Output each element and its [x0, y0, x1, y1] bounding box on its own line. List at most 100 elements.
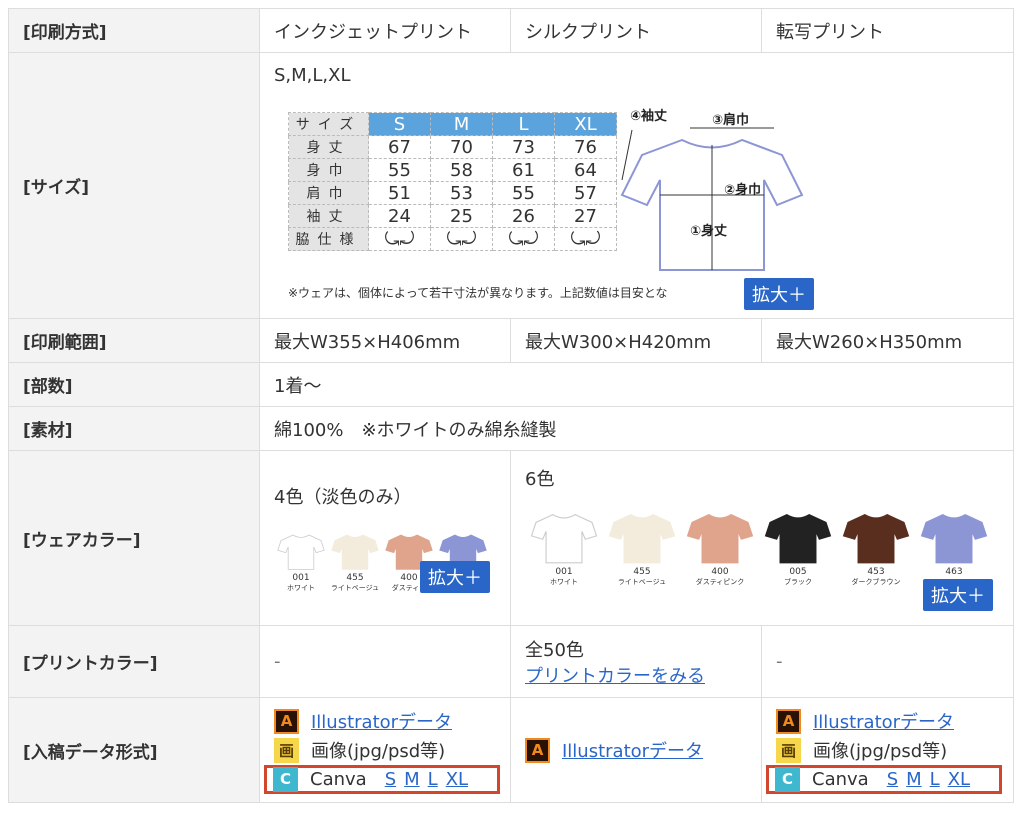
diagram-length-label: ①身丈 — [690, 223, 727, 239]
material-value: 綿100% ※ホワイトのみ綿糸縫製 — [259, 406, 1014, 451]
canva-size-m-link[interactable]: M — [906, 769, 922, 790]
swatch-name: ブラック — [784, 577, 812, 586]
illustrator-icon: A — [274, 708, 299, 734]
size-value: 26 — [492, 204, 555, 228]
canva-size-xl-link[interactable]: XL — [948, 769, 970, 790]
size-value: 55 — [492, 181, 555, 205]
tshirt-swatch-icon — [681, 509, 759, 565]
canva-size-m-link[interactable]: M — [404, 769, 420, 790]
silk-swatch: 455 ライトベージュ — [603, 509, 681, 587]
print-color-silk: 全50色 プリントカラーをみる — [510, 625, 762, 698]
size-value: 73 — [492, 135, 555, 159]
print-color-transfer: - — [761, 625, 1014, 698]
label-print-method: [印刷方式] — [8, 8, 260, 53]
size-header-l: L — [492, 112, 555, 136]
format-image: 画 画像(jpg/psd等) — [776, 736, 1013, 765]
side-seam-icon: ⤿⤾ — [430, 227, 493, 251]
size-chart-header: サイズ S M L XL — [288, 112, 617, 136]
swatch-code: 455 — [346, 572, 364, 583]
image-icon: 画 — [776, 737, 801, 763]
row-print-color: [プリントカラー] - 全50色 プリントカラーをみる - — [8, 625, 1014, 698]
row-size: [サイズ] S,M,L,XL サイズ S M L XL 身丈 67 70 73 … — [8, 52, 1014, 319]
size-value: 51 — [368, 181, 431, 205]
canva-label: Canva — [310, 768, 367, 790]
swatch-name: ホワイト — [287, 583, 315, 592]
illustrator-icon: A — [525, 737, 550, 763]
method-transfer: 転写プリント — [761, 8, 1014, 53]
canva-icon: C — [273, 766, 298, 792]
range-inkjet: 最大W355×H406mm — [259, 318, 511, 363]
tshirt-swatch-icon — [272, 531, 330, 571]
side-seam-icon: ⤿⤾ — [492, 227, 555, 251]
illustrator-data-link[interactable]: Illustratorデータ — [562, 737, 703, 763]
size-row: 肩巾 51 53 55 57 — [288, 181, 617, 205]
size-row: 袖丈 24 25 26 27 — [288, 204, 617, 228]
zoom-button-size[interactable]: 拡大＋ — [744, 278, 814, 310]
canva-size-l-link[interactable]: L — [428, 769, 438, 790]
label-wear-color: [ウェアカラー] — [8, 450, 260, 626]
inkjet-swatch: 455 ライトベージュ — [326, 531, 384, 593]
silk-swatch: 001 ホワイト — [525, 509, 603, 587]
canva-size-xl-link[interactable]: XL — [446, 769, 468, 790]
swatch-name: ライトベージュ — [617, 577, 667, 586]
size-chart-table: サイズ S M L XL 身丈 67 70 73 76 身巾 55 58 61 … — [288, 112, 617, 251]
size-row-label: 袖丈 — [288, 204, 369, 228]
image-icon: 画 — [274, 737, 299, 763]
size-value: 61 — [492, 158, 555, 182]
format-illustrator: A Illustratorデータ — [525, 736, 761, 765]
zoom-button-inkjet-colors[interactable]: 拡大＋ — [420, 560, 490, 593]
size-value: 67 — [368, 135, 431, 159]
tshirt-swatch-icon — [915, 509, 993, 565]
format-illustrator: A Illustratorデータ — [274, 707, 510, 736]
view-print-colors-link[interactable]: プリントカラーをみる — [525, 666, 705, 687]
range-silk: 最大W300×H420mm — [510, 318, 762, 363]
size-row-label: 身巾 — [288, 158, 369, 182]
size-row: 身巾 55 58 61 64 — [288, 158, 617, 182]
silk-swatch: 400 ダスティピンク — [681, 509, 759, 587]
size-cell: S,M,L,XL サイズ S M L XL 身丈 67 70 73 76 身巾 … — [259, 52, 1014, 319]
size-header-s: S — [368, 112, 431, 136]
inkjet-color-count: 4色（淡色のみ） — [274, 486, 412, 508]
label-print-range: [印刷範囲] — [8, 318, 260, 363]
side-seam-icon: ⤿⤾ — [554, 227, 617, 251]
format-canva: C Canva S M L XL — [766, 764, 1002, 794]
size-row-label: 肩巾 — [288, 181, 369, 205]
size-header-xl: XL — [554, 112, 617, 136]
size-value: 57 — [554, 181, 617, 205]
quantity-value: 1着〜 — [259, 362, 1014, 407]
diagram-sleeve-label: ④袖丈 — [630, 108, 667, 124]
swatch-code: 463 — [945, 566, 963, 577]
silk-swatch: 453 ダークブラウン — [837, 509, 915, 587]
label-data-format: [入稿データ形式] — [8, 697, 260, 803]
side-seam-icon: ⤿⤾ — [368, 227, 431, 251]
size-value: 76 — [554, 135, 617, 159]
silk-color-count: 6色 — [525, 468, 555, 490]
swatch-code: 453 — [867, 566, 885, 577]
canva-size-l-link[interactable]: L — [930, 769, 940, 790]
illustrator-data-link[interactable]: Illustratorデータ — [813, 708, 954, 734]
swatch-name: ダークブラウン — [851, 577, 901, 586]
tshirt-swatch-icon — [603, 509, 681, 565]
canva-size-s-link[interactable]: S — [887, 769, 898, 790]
size-list: S,M,L,XL — [274, 65, 351, 86]
canva-size-s-link[interactable]: S — [385, 769, 396, 790]
size-row: 身丈 67 70 73 76 — [288, 135, 617, 159]
size-value: 64 — [554, 158, 617, 182]
zoom-button-silk-colors[interactable]: 拡大＋ — [923, 578, 993, 611]
size-value: 55 — [368, 158, 431, 182]
swatch-name: ライトベージュ — [330, 583, 380, 592]
image-format-label: 画像(jpg/psd等) — [813, 741, 948, 762]
size-chart-area: サイズ S M L XL 身丈 67 70 73 76 身巾 55 58 61 … — [274, 108, 1013, 310]
format-transfer: A Illustratorデータ 画 画像(jpg/psd等) C Canva … — [761, 697, 1014, 803]
swatch-code: 455 — [633, 566, 651, 577]
swatch-code: 001 — [555, 566, 573, 577]
product-spec-table: [印刷方式] インクジェットプリント シルクプリント 転写プリント [サイズ] … — [8, 8, 1014, 803]
row-print-method: [印刷方式] インクジェットプリント シルクプリント 転写プリント — [8, 8, 1014, 53]
wear-color-inkjet: 4色（淡色のみ） 001 ホワイト 455 ライトベージュ 400 ダスティピ 拡大＋ — [259, 450, 511, 626]
row-wear-color: [ウェアカラー] 4色（淡色のみ） 001 ホワイト 455 ライトベージュ 400 ダス… — [8, 450, 1014, 626]
canva-icon: C — [775, 766, 800, 792]
illustrator-data-link[interactable]: Illustratorデータ — [311, 708, 452, 734]
size-value: 27 — [554, 204, 617, 228]
size-value: 70 — [430, 135, 493, 159]
format-inkjet: A Illustratorデータ 画 画像(jpg/psd等) C Canva … — [259, 697, 511, 803]
